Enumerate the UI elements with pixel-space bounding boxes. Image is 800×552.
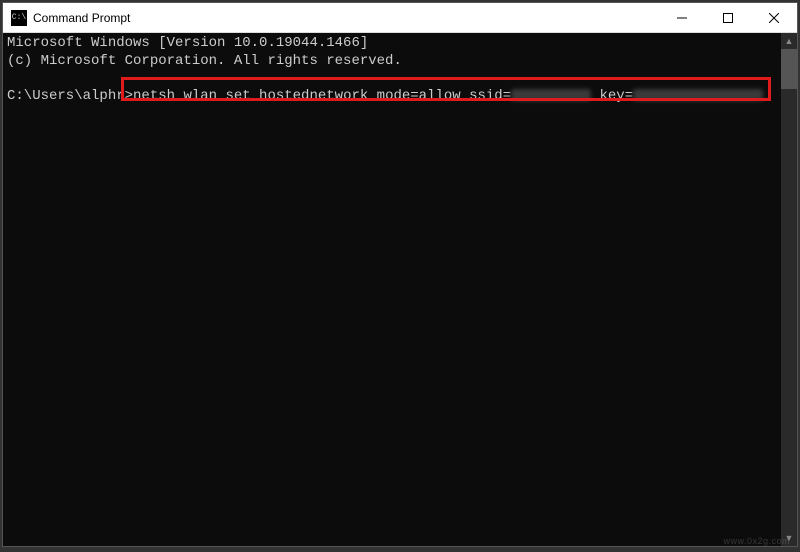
minimize-icon: [677, 13, 687, 23]
window-title: Command Prompt: [33, 11, 659, 25]
vertical-scrollbar[interactable]: ▲ ▼: [781, 33, 797, 546]
app-icon: C:\: [11, 10, 27, 26]
titlebar[interactable]: C:\ Command Prompt: [3, 3, 797, 33]
command-text-2: key=: [591, 88, 633, 104]
maximize-icon: [723, 13, 733, 23]
version-line: Microsoft Windows [Version 10.0.19044.14…: [7, 35, 368, 51]
copyright-line: (c) Microsoft Corporation. All rights re…: [7, 53, 402, 69]
command-prompt-window: C:\ Command Prompt Microsoft Windows [Ve…: [2, 2, 798, 547]
maximize-button[interactable]: [705, 3, 751, 32]
redacted-ssid: [511, 89, 591, 101]
watermark: www.0x2g.com: [723, 536, 790, 546]
scroll-thumb[interactable]: [781, 49, 797, 89]
terminal-output[interactable]: Microsoft Windows [Version 10.0.19044.14…: [3, 33, 781, 546]
scroll-track[interactable]: [781, 49, 797, 530]
redacted-key: [633, 89, 763, 101]
close-icon: [769, 13, 779, 23]
close-button[interactable]: [751, 3, 797, 32]
terminal-area: Microsoft Windows [Version 10.0.19044.14…: [3, 33, 797, 546]
command-text-1: netsh wlan set hostednetwork mode=allow …: [133, 88, 511, 104]
window-controls: [659, 3, 797, 32]
scroll-up-arrow-icon[interactable]: ▲: [781, 33, 797, 49]
minimize-button[interactable]: [659, 3, 705, 32]
prompt: C:\Users\alphr>: [7, 88, 133, 104]
